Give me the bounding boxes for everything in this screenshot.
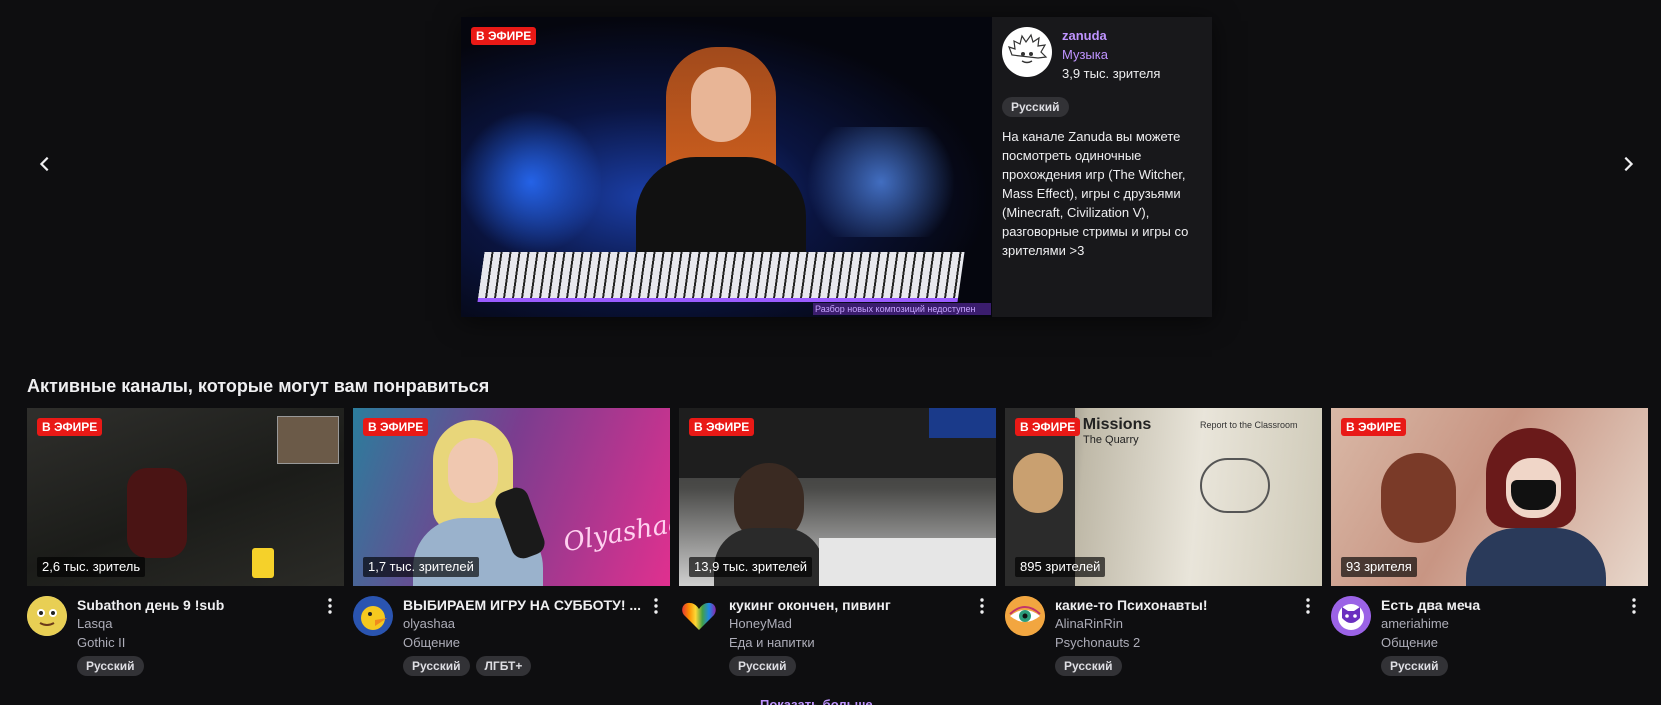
- stream-title-link[interactable]: Subathon день 9 !sub: [77, 596, 322, 614]
- carousel-prev-button[interactable]: [31, 150, 59, 178]
- channel-avatar[interactable]: [1002, 27, 1052, 77]
- streamer-face: [448, 438, 498, 503]
- streamer-body: [1466, 528, 1606, 586]
- stream-title-link[interactable]: кукинг окончен, пивинг: [729, 596, 974, 614]
- stream-title-link[interactable]: какие-то Психонавты!: [1055, 596, 1300, 614]
- channel-name-link[interactable]: HoneyMad: [729, 614, 974, 633]
- tag-language[interactable]: Русский: [1055, 656, 1122, 676]
- smiley-avatar-icon: [27, 596, 67, 636]
- live-badge: В ЭФИРЕ: [1341, 418, 1407, 436]
- more-options-button[interactable]: [972, 596, 992, 616]
- show-more-link[interactable]: Показать больше: [760, 697, 873, 705]
- channel-avatar[interactable]: [353, 596, 393, 636]
- featured-stream-info: zanuda Музыка 3,9 тыс. зрителя Русский Н…: [992, 17, 1212, 317]
- stream-card: В ЭФИРЕ 13,9 тыс. зрителей кукинг оконче…: [679, 408, 996, 676]
- viewer-count: 13,9 тыс. зрителей: [689, 557, 813, 577]
- live-badge: В ЭФИРЕ: [689, 418, 755, 436]
- live-badge: В ЭФИРЕ: [363, 418, 429, 436]
- channel-name-link[interactable]: olyashaa: [403, 614, 648, 633]
- energy-drink-can: [252, 548, 274, 578]
- game-link[interactable]: Общение: [1381, 633, 1626, 652]
- stream-card: Olyashaa В ЭФИРЕ 1,7 тыс. зрителей ВЫБИР…: [353, 408, 670, 676]
- live-badge: В ЭФИРЕ: [471, 27, 537, 45]
- game-link[interactable]: Музыка: [1062, 45, 1160, 64]
- streamer-face: [691, 67, 751, 142]
- section-title: Активные каналы, которые могут вам понра…: [27, 376, 490, 396]
- duck-avatar-icon: [353, 596, 393, 636]
- kebab-menu-icon: [654, 598, 658, 614]
- stream-thumbnail[interactable]: В ЭФИРЕ 2,6 тыс. зритель: [27, 408, 344, 586]
- kebab-menu-icon: [980, 598, 984, 614]
- eye-avatar-icon: [1005, 596, 1045, 636]
- channel-description: На канале Zanuda вы можете посмотреть од…: [1002, 129, 1189, 258]
- face-mask: [1511, 480, 1556, 510]
- more-options-button[interactable]: [646, 596, 666, 616]
- stream-thumbnail[interactable]: al Missions The Quarry Report to the Cla…: [1005, 408, 1322, 586]
- brain-illustration: [1200, 458, 1270, 513]
- game-character: [127, 468, 187, 558]
- chevron-right-icon: [1624, 156, 1634, 172]
- live-badge: В ЭФИРЕ: [37, 418, 103, 436]
- stream-thumbnail[interactable]: Olyashaa В ЭФИРЕ 1,7 тыс. зрителей: [353, 408, 670, 586]
- stream-thumbnail[interactable]: В ЭФИРЕ 13,9 тыс. зрителей: [679, 408, 996, 586]
- viewer-count: 93 зрителя: [1341, 557, 1417, 577]
- rainbow-heart-icon: [682, 602, 716, 630]
- game-link[interactable]: Gothic II: [77, 633, 322, 652]
- channel-name-link[interactable]: Lasqa: [77, 614, 322, 633]
- kebab-menu-icon: [328, 598, 332, 614]
- chevron-left-icon: [39, 156, 49, 172]
- kebab-menu-icon: [1306, 598, 1310, 614]
- stream-card: В ЭФИРЕ 2,6 тыс. зритель Subathon день 9…: [27, 408, 344, 676]
- game-link[interactable]: Еда и напитки: [729, 633, 974, 652]
- featured-video-player[interactable]: Разбор новых композиций недоступен В ЭФИ…: [461, 17, 992, 317]
- teddy-bear: [1381, 453, 1456, 543]
- piano-keyboard: [477, 252, 965, 302]
- video-caption: Разбор новых композиций недоступен: [813, 303, 991, 315]
- more-options-button[interactable]: [1298, 596, 1318, 616]
- game-link[interactable]: Psychonauts 2: [1055, 633, 1300, 652]
- hedgehog-avatar-icon: [1005, 30, 1049, 74]
- streamer-face: [1013, 453, 1063, 513]
- kitchen-counter: [819, 538, 996, 586]
- tag-language[interactable]: Русский: [77, 656, 144, 676]
- game-link[interactable]: Общение: [403, 633, 648, 652]
- stream-card: В ЭФИРЕ 93 зрителя Есть два меча ameriah…: [1331, 408, 1648, 676]
- book-page-title: Report to the Classroom: [1200, 420, 1298, 430]
- channel-name-link[interactable]: AlinaRinRin: [1055, 614, 1300, 633]
- carousel-next-button[interactable]: [1614, 150, 1642, 178]
- featured-stream: Разбор новых композиций недоступен В ЭФИ…: [461, 17, 1212, 317]
- video-backlight: [791, 127, 971, 237]
- channel-avatar[interactable]: [27, 596, 67, 636]
- viewer-count: 3,9 тыс. зрителя: [1062, 66, 1161, 81]
- live-badge: В ЭФИРЕ: [1015, 418, 1081, 436]
- stream-title-link[interactable]: ВЫБИРАЕМ ИГРУ НА СУББОТУ! ...: [403, 596, 648, 614]
- tag-language[interactable]: Русский: [1381, 656, 1448, 676]
- stream-card: al Missions The Quarry Report to the Cla…: [1005, 408, 1322, 676]
- webcam-overlay: [277, 416, 339, 464]
- tag-language[interactable]: Русский: [1002, 97, 1069, 117]
- viewer-count: 2,6 тыс. зритель: [37, 557, 146, 577]
- channel-avatar[interactable]: [1331, 596, 1371, 636]
- channel-avatar[interactable]: [679, 596, 719, 636]
- tag-language[interactable]: Русский: [403, 656, 470, 676]
- channel-name-link[interactable]: zanuda: [1062, 27, 1160, 45]
- channel-avatar[interactable]: [1005, 596, 1045, 636]
- more-options-button[interactable]: [320, 596, 340, 616]
- viewer-count: 895 зрителей: [1015, 557, 1106, 577]
- stream-title-link[interactable]: Есть два меча: [1381, 596, 1626, 614]
- kebab-menu-icon: [1632, 598, 1636, 614]
- viewer-count: 1,7 тыс. зрителей: [363, 557, 479, 577]
- tag-language[interactable]: Русский: [729, 656, 796, 676]
- book-subtitle: The Quarry: [1083, 434, 1139, 446]
- stream-thumbnail[interactable]: В ЭФИРЕ 93 зрителя: [1331, 408, 1648, 586]
- channel-overlay-text: Olyashaa: [561, 507, 670, 559]
- cat-avatar-icon: [1331, 596, 1371, 636]
- tag-lgbt[interactable]: ЛГБТ+: [475, 656, 532, 676]
- video-backlight: [461, 107, 601, 257]
- recommended-channels-row: В ЭФИРЕ 2,6 тыс. зритель Subathon день 9…: [27, 408, 1648, 676]
- more-options-button[interactable]: [1624, 596, 1644, 616]
- channel-name-link[interactable]: ameriahime: [1381, 614, 1626, 633]
- webcam-logo-overlay: [929, 408, 996, 438]
